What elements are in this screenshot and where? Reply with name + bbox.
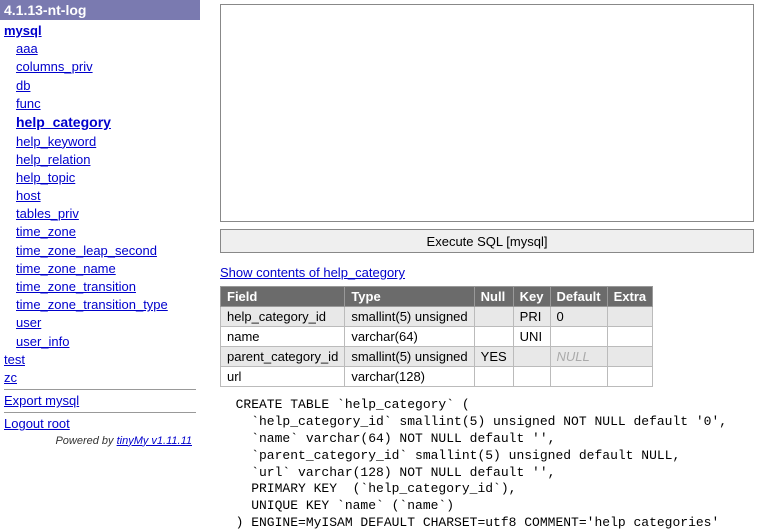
cell-null xyxy=(474,327,513,347)
table-link-time-zone-transition[interactable]: time_zone_transition xyxy=(16,278,196,296)
table-row: urlvarchar(128) xyxy=(221,367,653,387)
cell-extra xyxy=(607,367,653,387)
cell-key xyxy=(513,367,550,387)
execute-sql-button[interactable]: Execute SQL [mysql] xyxy=(220,229,754,253)
sidebar: 4.1.13-nt-log mysql aaacolumns_privdbfun… xyxy=(0,0,200,518)
cell-type: smallint(5) unsigned xyxy=(345,307,474,327)
cell-default: NULL xyxy=(550,347,607,367)
logout-link[interactable]: Logout root xyxy=(4,415,196,433)
export-link[interactable]: Export mysql xyxy=(4,392,196,410)
col-header: Default xyxy=(550,287,607,307)
col-header: Field xyxy=(221,287,345,307)
cell-extra xyxy=(607,327,653,347)
cell-type: smallint(5) unsigned xyxy=(345,347,474,367)
col-header: Null xyxy=(474,287,513,307)
cell-default: 0 xyxy=(550,307,607,327)
table-link-user[interactable]: user xyxy=(16,314,196,332)
create-table-sql: CREATE TABLE `help_category` ( `help_cat… xyxy=(220,397,754,532)
cell-key xyxy=(513,347,550,367)
schema-table: FieldTypeNullKeyDefaultExtra help_catego… xyxy=(220,286,653,387)
db-link-test[interactable]: test xyxy=(4,351,196,369)
table-link-help-keyword[interactable]: help_keyword xyxy=(16,133,196,151)
table-link-columns-priv[interactable]: columns_priv xyxy=(16,58,196,76)
table-row: help_category_idsmallint(5) unsigned PRI0 xyxy=(221,307,653,327)
table-link-time-zone-transition-type[interactable]: time_zone_transition_type xyxy=(16,296,196,314)
main-panel: Execute SQL [mysql] Show contents of hel… xyxy=(200,0,762,518)
cell-field: help_category_id xyxy=(221,307,345,327)
cell-null: YES xyxy=(474,347,513,367)
cell-key: PRI xyxy=(513,307,550,327)
table-link-db[interactable]: db xyxy=(16,77,196,95)
server-version-header: 4.1.13-nt-log xyxy=(0,0,200,20)
table-link-help-category[interactable]: help_category xyxy=(16,113,196,133)
cell-field: name xyxy=(221,327,345,347)
table-link-time-zone-name[interactable]: time_zone_name xyxy=(16,260,196,278)
sql-input[interactable] xyxy=(220,4,754,222)
col-header: Type xyxy=(345,287,474,307)
cell-extra xyxy=(607,347,653,367)
table-link-user-info[interactable]: user_info xyxy=(16,333,196,351)
show-contents-link[interactable]: Show contents of help_category xyxy=(220,265,405,280)
table-link-tables-priv[interactable]: tables_priv xyxy=(16,205,196,223)
table-link-func[interactable]: func xyxy=(16,95,196,113)
cell-type: varchar(64) xyxy=(345,327,474,347)
col-header: Extra xyxy=(607,287,653,307)
table-link-help-topic[interactable]: help_topic xyxy=(16,169,196,187)
db-link-mysql[interactable]: mysql xyxy=(4,22,196,40)
table-link-aaa[interactable]: aaa xyxy=(16,40,196,58)
cell-field: parent_category_id xyxy=(221,347,345,367)
table-list: aaacolumns_privdbfunchelp_categoryhelp_k… xyxy=(4,40,196,351)
cell-extra xyxy=(607,307,653,327)
powered-link[interactable]: tinyMy v1.11.11 xyxy=(117,435,192,447)
table-link-host[interactable]: host xyxy=(16,187,196,205)
cell-key: UNI xyxy=(513,327,550,347)
db-link-zc[interactable]: zc xyxy=(4,369,196,387)
cell-type: varchar(128) xyxy=(345,367,474,387)
col-header: Key xyxy=(513,287,550,307)
cell-null xyxy=(474,307,513,327)
table-row: parent_category_idsmallint(5) unsignedYE… xyxy=(221,347,653,367)
cell-default xyxy=(550,367,607,387)
table-link-help-relation[interactable]: help_relation xyxy=(16,151,196,169)
powered-by: Powered by tinyMy v1.11.11 xyxy=(4,434,196,449)
cell-default xyxy=(550,327,607,347)
table-row: namevarchar(64) UNI xyxy=(221,327,653,347)
table-link-time-zone-leap-second[interactable]: time_zone_leap_second xyxy=(16,242,196,260)
table-link-time-zone[interactable]: time_zone xyxy=(16,223,196,241)
cell-null xyxy=(474,367,513,387)
cell-field: url xyxy=(221,367,345,387)
